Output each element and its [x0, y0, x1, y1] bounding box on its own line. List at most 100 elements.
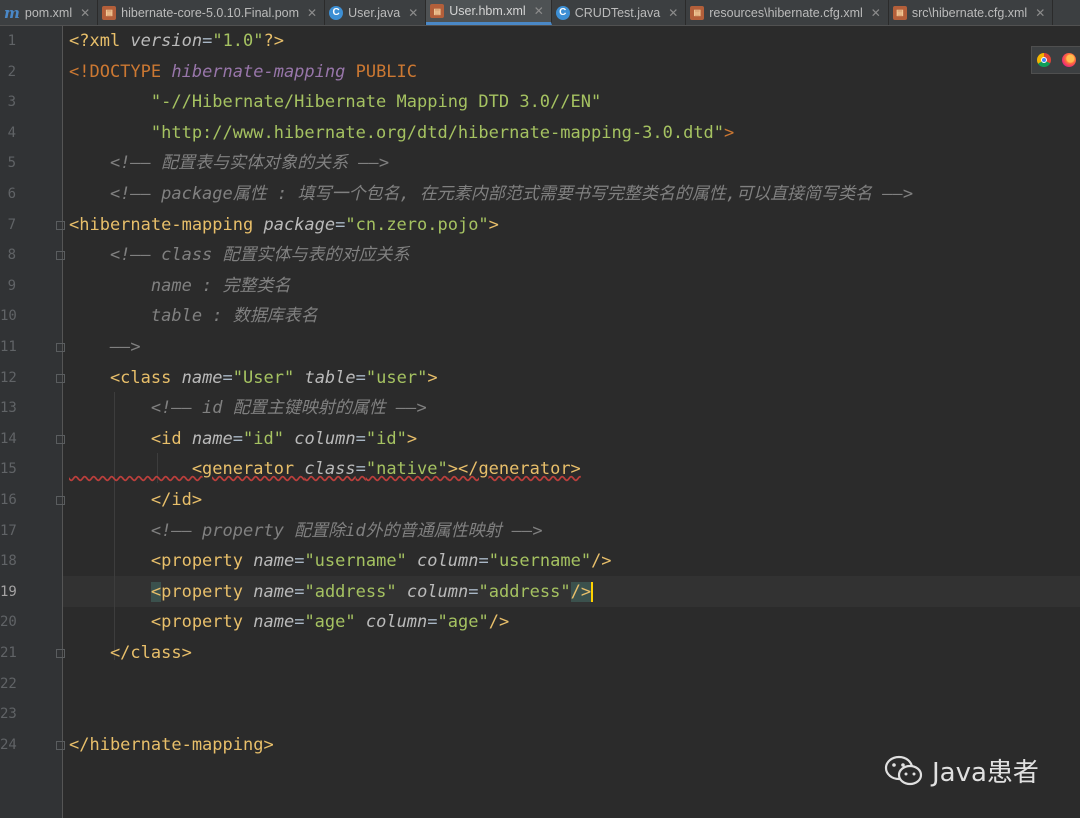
- text-caret: [591, 581, 594, 602]
- code-line-15[interactable]: 15 <generator class="native"></generator…: [0, 454, 1080, 485]
- line-number: 14: [0, 430, 17, 447]
- attr-value: "User": [232, 367, 295, 388]
- attr-value: "age": [437, 612, 489, 633]
- firefox-icon[interactable]: [1061, 53, 1076, 67]
- maven-icon: m: [4, 3, 20, 22]
- fold-marker-icon[interactable]: [56, 343, 65, 352]
- equals: =: [427, 612, 438, 633]
- attr-value: "id": [365, 428, 407, 449]
- line-number: 4: [7, 124, 16, 141]
- code-line-16[interactable]: 16 </id>: [0, 485, 1080, 516]
- code-line-9[interactable]: 9 name : 完整类名: [0, 271, 1080, 302]
- fold-marker-icon[interactable]: [56, 434, 65, 444]
- fold-marker-icon[interactable]: [56, 496, 65, 505]
- close-icon[interactable]: ✕: [80, 6, 90, 20]
- close-icon[interactable]: ✕: [1035, 6, 1045, 20]
- tab-label: src\hibernate.cfg.xml: [911, 5, 1028, 20]
- line-number: 21: [0, 645, 17, 661]
- attr-value: "1.0": [212, 31, 264, 51]
- fold-marker-icon[interactable]: [56, 373, 65, 383]
- line-number: 16: [0, 492, 17, 508]
- code-line-8[interactable]: 8 <!—— class 配置实体与表的对应关系: [0, 240, 1080, 271]
- chrome-icon[interactable]: [1037, 53, 1052, 67]
- line-number: 11: [0, 339, 17, 355]
- code-line-20[interactable]: 20 <property name="age" column="age"/>: [0, 607, 1080, 638]
- tag-open: property: [161, 581, 254, 602]
- tab-label: pom.xml: [24, 5, 73, 20]
- java-class-icon: C: [555, 5, 570, 20]
- code-line-10[interactable]: 10 table : 数据库表名: [0, 301, 1080, 332]
- equals: =: [355, 428, 366, 449]
- line-number: 3: [7, 94, 16, 111]
- watermark: Java患者: [884, 752, 1039, 789]
- equals: =: [232, 428, 244, 449]
- fold-marker-icon[interactable]: [56, 251, 65, 261]
- code-line-12[interactable]: 12 <class name="User" table="user">: [0, 363, 1080, 394]
- tab-user-java[interactable]: C User.java ✕: [325, 0, 427, 25]
- close-icon[interactable]: ✕: [307, 6, 317, 20]
- wechat-icon: [884, 755, 923, 785]
- equals: =: [202, 31, 213, 51]
- fold-marker-icon[interactable]: [56, 740, 65, 750]
- equals: =: [355, 367, 366, 388]
- code-line-21[interactable]: 21 </class>: [0, 638, 1080, 669]
- matched-bracket: <: [150, 581, 162, 602]
- code-line-23[interactable]: 23: [0, 699, 1080, 730]
- line-number: 23: [0, 706, 17, 723]
- tab-label: CRUDTest.java: [574, 5, 661, 20]
- code-line-22[interactable]: 22: [0, 669, 1080, 700]
- close-icon[interactable]: ✕: [408, 6, 418, 20]
- line-number: 9: [7, 277, 16, 294]
- code-line-7[interactable]: 7 <hibernate-mapping package="cn.zero.poj…: [0, 210, 1080, 241]
- line-number: 12: [0, 369, 17, 386]
- java-class-icon: C: [329, 5, 344, 20]
- code-line-18[interactable]: 18 <property name="username" column="use…: [0, 546, 1080, 577]
- tab-crudtest-java[interactable]: C CRUDTest.java ✕: [552, 0, 687, 25]
- code-line-13[interactable]: 13 <!—— id 配置主键映射的属性 ——>: [0, 393, 1080, 424]
- equals: =: [294, 581, 305, 602]
- comment: ——>: [69, 337, 141, 357]
- tab-resources-hibernate-cfg[interactable]: ▤ resources\hibernate.cfg.xml ✕: [686, 0, 889, 25]
- close-icon[interactable]: ✕: [871, 6, 881, 20]
- tag-selfclose: />: [591, 551, 612, 572]
- code-line-6[interactable]: 6 <!—— package属性 : 填写一个包名, 在元素内部范式需要书写完整…: [0, 179, 1080, 210]
- fold-marker-icon[interactable]: [56, 649, 65, 658]
- tag-close: >: [427, 367, 438, 388]
- code-line-17[interactable]: 17 <!—— property 配置除id外的普通属性映射 ——>: [0, 516, 1080, 547]
- doctype-end: >: [724, 122, 735, 143]
- line-number: 1: [7, 33, 16, 49]
- tab-label: User.java: [348, 5, 401, 20]
- line-number: 6: [7, 186, 16, 202]
- attr-name: column: [283, 428, 356, 449]
- code-line-2[interactable]: 2 <!DOCTYPE hibernate-mapping PUBLIC: [0, 57, 1080, 88]
- tab-src-hibernate-cfg[interactable]: ▤ src\hibernate.cfg.xml ✕: [889, 0, 1054, 25]
- tag-close: >: [488, 214, 499, 235]
- xml-file-icon: ▤: [102, 5, 117, 20]
- attr-value: "user": [365, 367, 428, 388]
- close-icon[interactable]: ✕: [668, 6, 678, 20]
- attr-name: column: [355, 612, 428, 633]
- tag-close: >: [406, 428, 418, 449]
- xml-file-icon: ▤: [430, 4, 445, 18]
- tag-selfclose: />: [488, 612, 510, 633]
- code-line-1[interactable]: 1 <?xml version="1.0"?>: [0, 26, 1080, 57]
- tab-label: User.hbm.xml: [449, 4, 526, 18]
- tab-hibernate-core-pom[interactable]: ▤ hibernate-core-5.0.10.Final.pom ✕: [98, 0, 326, 25]
- attr-name: package: [263, 214, 336, 235]
- code-line-4[interactable]: 4 "http://www.hibernate.org/dtd/hibernat…: [0, 118, 1080, 149]
- line-number: 22: [0, 675, 17, 692]
- line-number: 10: [0, 308, 17, 325]
- code-line-14[interactable]: 14 <id name="id" column="id">: [0, 424, 1080, 455]
- code-line-5[interactable]: 5 <!—— 配置表与实体对象的关系 ——>: [0, 148, 1080, 179]
- tab-pom-xml[interactable]: m pom.xml ✕: [0, 0, 99, 25]
- tab-label: hibernate-core-5.0.10.Final.pom: [121, 5, 300, 20]
- code-line-11[interactable]: 11 ——>: [0, 332, 1080, 363]
- tab-user-hbm-xml[interactable]: ▤ User.hbm.xml ✕: [426, 0, 552, 25]
- attr-name: column: [396, 581, 469, 602]
- close-icon[interactable]: ✕: [534, 4, 544, 18]
- line-number: 24: [0, 736, 17, 753]
- code-line-3[interactable]: 3 "-//Hibernate/Hibernate Mapping DTD 3.…: [0, 87, 1080, 118]
- code-line-19[interactable]: 19 <property name="address" column="addr…: [0, 577, 1080, 608]
- fold-marker-icon[interactable]: [56, 220, 65, 230]
